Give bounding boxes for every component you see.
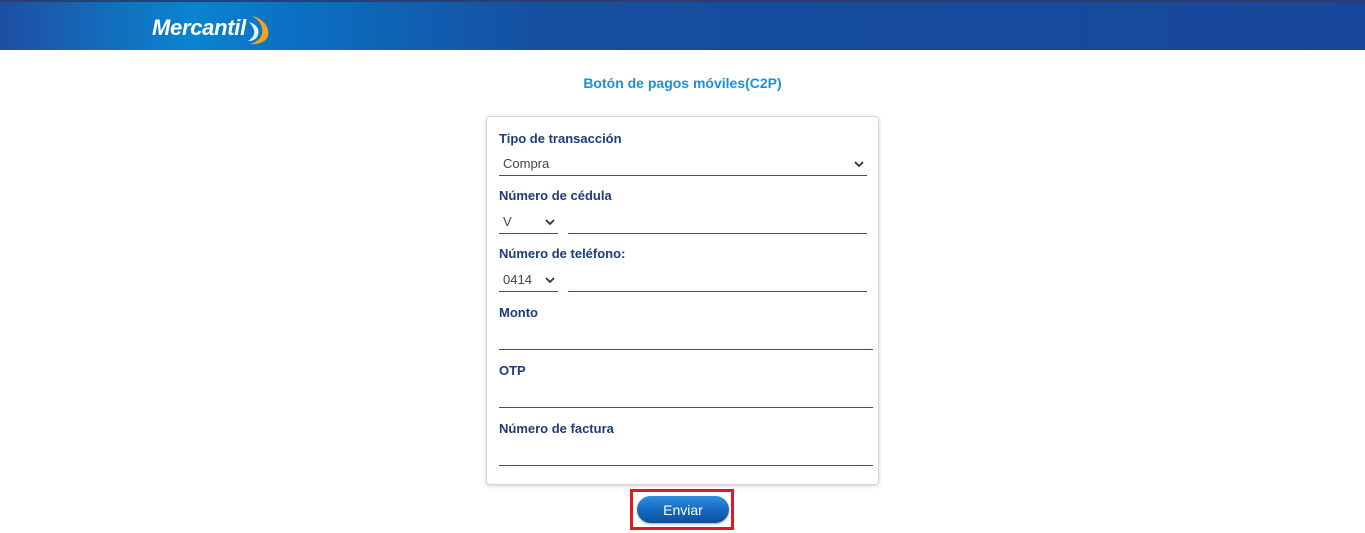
tipo-transaccion-label: Tipo de transacción xyxy=(499,131,622,146)
logo-text: Mercantil xyxy=(152,15,246,40)
logo-swoosh-icon xyxy=(247,16,269,45)
telefono-label: Número de teléfono: xyxy=(499,246,626,261)
cedula-label: Número de cédula xyxy=(499,188,612,203)
payment-form-card: Tipo de transacción Compra Número de céd… xyxy=(486,116,879,485)
factura-input[interactable] xyxy=(499,444,873,466)
header-bar: Mercantil xyxy=(0,0,1365,50)
otp-label: OTP xyxy=(499,363,526,378)
otp-input[interactable] xyxy=(499,386,873,408)
monto-label: Monto xyxy=(499,305,538,320)
page-title: Botón de pagos móviles(C2P) xyxy=(583,75,782,91)
cedula-prefix-value: V xyxy=(503,214,512,229)
telefono-prefix-select[interactable]: 0414 xyxy=(499,270,558,292)
factura-label: Número de factura xyxy=(499,421,614,436)
chevron-down-icon xyxy=(854,161,864,168)
chevron-down-icon xyxy=(545,277,555,284)
telefono-prefix-value: 0414 xyxy=(503,272,532,287)
mercantil-logo[interactable]: Mercantil xyxy=(152,11,274,45)
tipo-transaccion-select[interactable]: Compra xyxy=(499,154,867,176)
monto-input[interactable] xyxy=(499,328,873,350)
enviar-button[interactable]: Enviar xyxy=(637,496,729,523)
chevron-down-icon xyxy=(545,219,555,226)
submit-highlight-frame: Enviar xyxy=(630,489,734,530)
cedula-prefix-select[interactable]: V xyxy=(499,212,558,234)
telefono-input[interactable] xyxy=(568,270,867,292)
cedula-input[interactable] xyxy=(568,212,867,234)
tipo-transaccion-value: Compra xyxy=(503,156,550,171)
